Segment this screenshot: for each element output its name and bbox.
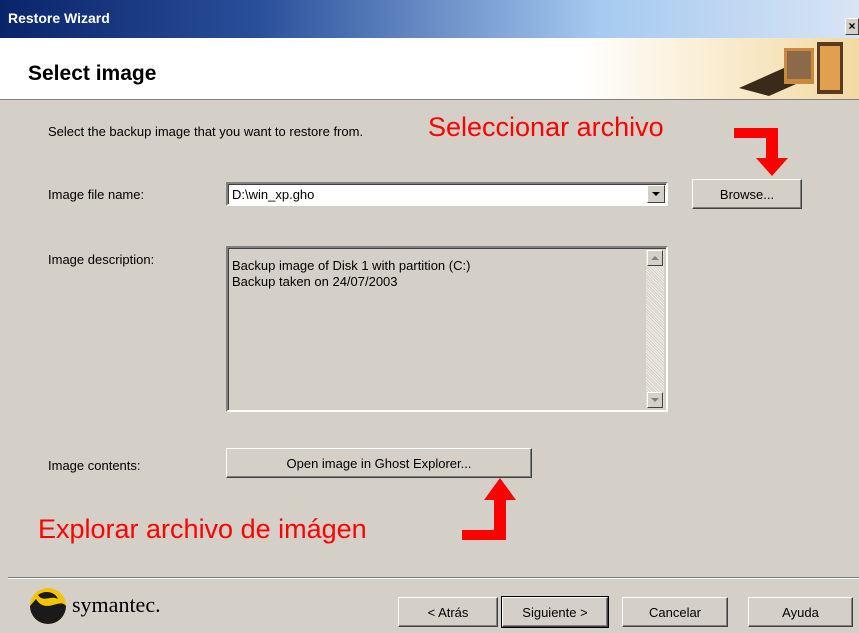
arrow-annotation-down <box>734 128 788 176</box>
close-button[interactable]: × <box>845 18 859 35</box>
description-label: Image description: <box>48 252 155 267</box>
brand-name: symantec. <box>72 592 161 617</box>
description-line: Backup image of Disk 1 with partition (C… <box>232 258 471 273</box>
combo-dropdown-button[interactable] <box>647 185 665 203</box>
chevron-down-icon <box>652 192 660 196</box>
cancel-button[interactable]: Cancelar <box>622 597 728 627</box>
description-textarea[interactable]: Backup image of Disk 1 with partition (C… <box>226 246 668 412</box>
back-button[interactable]: < Atrás <box>398 597 498 627</box>
scroll-down-button[interactable] <box>647 392 663 408</box>
page-title: Select image <box>28 62 157 85</box>
scroll-up-icon <box>651 256 659 260</box>
browse-button[interactable]: Browse... <box>692 179 802 209</box>
intro-text: Select the backup image that you want to… <box>48 124 364 139</box>
scroll-up-button[interactable] <box>647 250 663 266</box>
help-button[interactable]: Ayuda <box>748 597 853 627</box>
header-illustration <box>579 38 859 99</box>
contents-label: Image contents: <box>48 458 141 473</box>
vertical-scrollbar[interactable] <box>646 250 664 408</box>
window-title: Restore Wizard <box>8 10 110 26</box>
annotation-explore-file: Explorar archivo de imágen <box>38 514 367 544</box>
scroll-down-icon <box>651 398 659 402</box>
close-icon: × <box>848 19 856 33</box>
annotation-select-file: Seleccionar archivo <box>428 112 664 142</box>
footer-divider <box>8 577 859 579</box>
arrow-annotation-up <box>462 478 516 540</box>
title-bar: Restore Wizard × <box>0 0 859 38</box>
next-button[interactable]: Siguiente > <box>501 596 609 628</box>
wizard-header: Select image <box>0 38 859 100</box>
description-line: Backup taken on 24/07/2003 <box>232 274 398 289</box>
file-name-combo[interactable]: D:\win_xp.gho <box>226 182 668 206</box>
file-name-label: Image file name: <box>48 187 145 202</box>
file-name-value: D:\win_xp.gho <box>232 187 315 202</box>
